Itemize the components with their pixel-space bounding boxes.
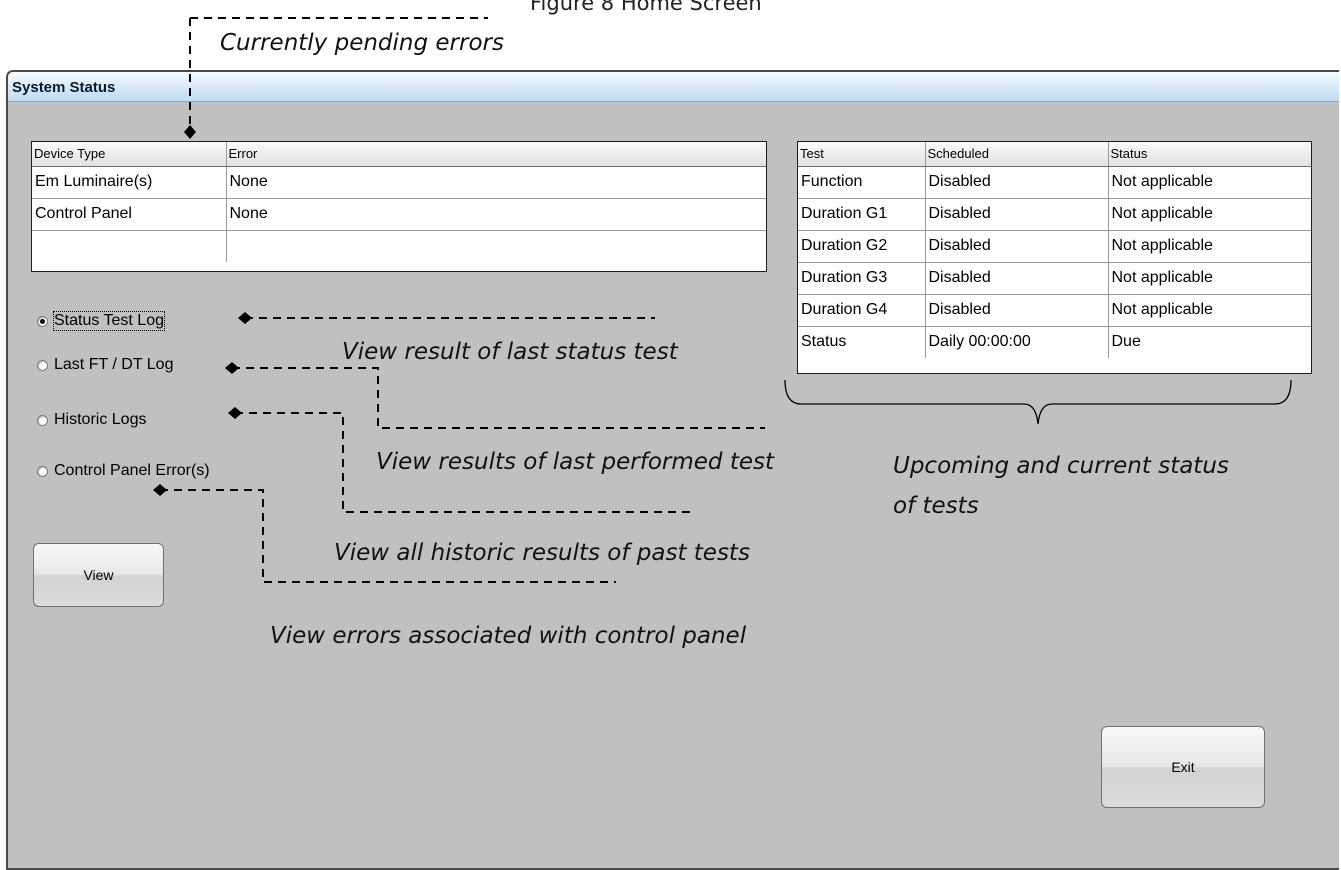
scheduled-cell: Disabled: [925, 262, 1109, 295]
test-cell: Duration G4: [798, 294, 926, 327]
column-header-scheduled[interactable]: Scheduled: [925, 142, 1109, 167]
radio-unselected-icon: [37, 359, 48, 371]
radio-unselected-icon: [37, 414, 48, 426]
status-cell: Due: [1111, 333, 1141, 351]
radio-label: Control Panel Error(s): [54, 462, 210, 479]
scheduled-cell: Daily 00:00:00: [925, 326, 1109, 358]
tests-grid[interactable]: Test Scheduled Status Function Disabled …: [797, 141, 1312, 374]
table-row[interactable]: Duration G4 Disabled Not applicable: [798, 294, 1311, 327]
radio-label: Last FT / DT Log: [54, 356, 174, 373]
annotation-historic: View all historic results of past tests: [334, 540, 750, 566]
figure-caption: Figure 8 Home Screen: [530, 0, 762, 15]
window-title: System Status: [12, 79, 116, 96]
annotation-last-test: View results of last performed test: [376, 449, 775, 475]
annotation-control-panel: View errors associated with control pane…: [270, 623, 747, 649]
status-cell: Not applicable: [1108, 198, 1311, 231]
status-cell: Not applicable: [1108, 294, 1311, 327]
device-type-cell: Em Luminaire(s): [32, 166, 227, 199]
radio-label: Status Test Log: [53, 311, 165, 331]
table-row[interactable]: Duration G1 Disabled Not applicable: [798, 198, 1311, 231]
column-header-test[interactable]: Test: [798, 142, 926, 167]
radio-label: Historic Logs: [54, 411, 147, 428]
error-cell: [226, 230, 766, 262]
title-bar: System Status: [8, 72, 1339, 102]
device-type-cell: Control Panel: [32, 198, 227, 231]
device-type-cell: [32, 230, 227, 262]
table-row[interactable]: Status Daily 00:00:00 Due: [798, 326, 1311, 358]
annotation-status-test: View result of last status test: [342, 339, 678, 365]
status-cell: Not applicable: [1108, 262, 1311, 295]
scheduled-cell: Disabled: [925, 230, 1109, 263]
test-cell: Status: [798, 326, 926, 358]
table-row[interactable]: [32, 230, 766, 262]
test-cell: Duration G2: [798, 230, 926, 263]
test-cell: Duration G3: [798, 262, 926, 295]
radio-historic-logs[interactable]: Historic Logs: [37, 411, 146, 429]
annotation-upcoming: Upcoming and current status: [893, 453, 1229, 479]
status-cell: Not applicable: [1108, 166, 1311, 199]
status-cell: Not applicable: [1108, 230, 1311, 263]
table-row[interactable]: Duration G2 Disabled Not applicable: [798, 230, 1311, 263]
radio-last-ft-dt-log[interactable]: Last FT / DT Log: [37, 356, 173, 374]
radio-unselected-icon: [37, 465, 48, 477]
annotation-upcoming-line2: of tests: [893, 493, 979, 519]
scheduled-cell: Disabled: [925, 166, 1109, 199]
annotation-pending-errors: Currently pending errors: [220, 30, 504, 56]
radio-selected-icon: [37, 315, 48, 327]
scheduled-cell: Disabled: [925, 294, 1109, 327]
column-header-status[interactable]: Status: [1108, 142, 1311, 167]
table-row[interactable]: Em Luminaire(s) None: [32, 166, 766, 199]
column-header-error[interactable]: Error: [226, 142, 766, 167]
error-cell: None: [226, 166, 766, 199]
table-row[interactable]: Function Disabled Not applicable: [798, 166, 1311, 199]
column-header-device-type[interactable]: Device Type: [32, 142, 227, 167]
test-cell: Duration G1: [798, 198, 926, 231]
radio-control-panel-errors[interactable]: Control Panel Error(s): [37, 462, 210, 480]
view-button[interactable]: View: [33, 543, 164, 607]
table-row[interactable]: Control Panel None: [32, 198, 766, 231]
error-cell: None: [226, 198, 766, 231]
radio-status-test-log[interactable]: Status Test Log: [37, 311, 165, 331]
scheduled-cell: Disabled: [925, 198, 1109, 231]
test-cell: Function: [798, 166, 926, 199]
exit-button[interactable]: Exit: [1101, 726, 1265, 808]
table-row[interactable]: Duration G3 Disabled Not applicable: [798, 262, 1311, 295]
errors-grid[interactable]: Device Type Error Em Luminaire(s) None C…: [31, 141, 767, 272]
